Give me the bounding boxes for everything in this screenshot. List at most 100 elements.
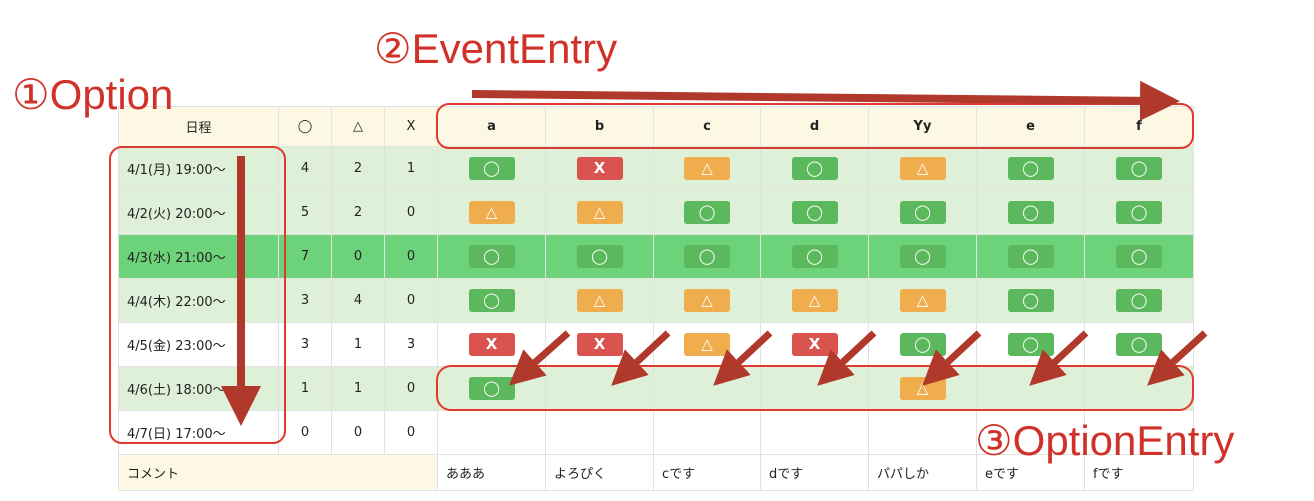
ok-badge[interactable]: ◯	[1007, 289, 1054, 312]
option-entry-cell[interactable]	[760, 366, 869, 411]
option-entry-cell[interactable]	[976, 366, 1085, 411]
option-entry-cell[interactable]	[1084, 366, 1194, 411]
option-entry-cell[interactable]: ◯	[545, 234, 654, 279]
option-entry-cell[interactable]: ◯	[1084, 322, 1194, 367]
option-entry-cell[interactable]	[545, 410, 654, 455]
option-entry-cell[interactable]	[653, 410, 761, 455]
no-badge[interactable]: X	[468, 333, 515, 356]
option-entry-cell[interactable]: △	[868, 366, 977, 411]
option-entry-cell[interactable]: ◯	[976, 278, 1085, 323]
option-entry-cell[interactable]: ◯	[760, 234, 869, 279]
ok-badge[interactable]: ◯	[899, 245, 946, 268]
ok-badge[interactable]: ◯	[899, 201, 946, 224]
option-label[interactable]: 4/1(月) 19:00〜	[118, 146, 279, 191]
ok-badge[interactable]: ◯	[684, 245, 730, 268]
maybe-badge[interactable]: △	[899, 377, 946, 400]
option-entry-cell[interactable]: ◯	[437, 278, 546, 323]
option-entry-cell[interactable]: △	[545, 190, 654, 235]
no-badge[interactable]: X	[576, 333, 623, 356]
option-entry-cell[interactable]: ◯	[976, 146, 1085, 191]
option-entry-cell[interactable]: ◯	[976, 322, 1085, 367]
ok-badge[interactable]: ◯	[1116, 333, 1162, 356]
option-entry-cell[interactable]	[868, 410, 977, 455]
ok-badge[interactable]: ◯	[468, 377, 515, 400]
option-entry-cell[interactable]: △	[653, 322, 761, 367]
maybe-badge[interactable]: △	[899, 289, 946, 312]
ok-badge[interactable]: ◯	[1116, 245, 1162, 268]
option-entry-cell[interactable]: X	[437, 322, 546, 367]
option-entry-cell[interactable]: △	[868, 278, 977, 323]
option-entry-cell[interactable]	[760, 410, 869, 455]
option-entry-cell[interactable]: ◯	[1084, 146, 1194, 191]
option-entry-cell[interactable]: ◯	[1084, 234, 1194, 279]
maybe-badge[interactable]: △	[576, 201, 623, 224]
option-label[interactable]: 4/7(日) 17:00〜	[118, 410, 279, 455]
maybe-badge[interactable]: △	[791, 289, 838, 312]
option-entry-cell[interactable]: X	[760, 322, 869, 367]
maybe-badge[interactable]: △	[576, 289, 623, 312]
ok-badge[interactable]: ◯	[1116, 157, 1162, 180]
option-label[interactable]: 4/6(土) 18:00〜	[118, 366, 279, 411]
option-entry-cell[interactable]: ◯	[1084, 278, 1194, 323]
option-label[interactable]: 4/5(金) 23:00〜	[118, 322, 279, 367]
option-entry-cell[interactable]: ◯	[868, 190, 977, 235]
ok-badge[interactable]: ◯	[684, 201, 730, 224]
ok-badge[interactable]: ◯	[1116, 201, 1162, 224]
option-entry-cell[interactable]: △	[653, 146, 761, 191]
option-entry-cell[interactable]: ◯	[653, 190, 761, 235]
event-entry-header[interactable]: Yy	[868, 106, 977, 147]
event-entry-header[interactable]: a	[437, 106, 546, 147]
option-entry-cell[interactable]: ◯	[1084, 190, 1194, 235]
option-label[interactable]: 4/4(木) 22:00〜	[118, 278, 279, 323]
option-entry-cell[interactable]: △	[545, 278, 654, 323]
option-label[interactable]: 4/3(水) 21:00〜	[118, 234, 279, 279]
ok-badge[interactable]: ◯	[1007, 333, 1054, 356]
option-entry-cell[interactable]: ◯	[760, 190, 869, 235]
ok-badge[interactable]: ◯	[791, 201, 838, 224]
option-entry-cell[interactable]: △	[653, 278, 761, 323]
ok-badge[interactable]: ◯	[1007, 201, 1054, 224]
ok-badge[interactable]: ◯	[576, 245, 623, 268]
option-entry-cell[interactable]: △	[760, 278, 869, 323]
option-entry-cell[interactable]: ◯	[437, 366, 546, 411]
option-entry-cell[interactable]: ◯	[437, 234, 546, 279]
event-entry-header[interactable]: b	[545, 106, 654, 147]
option-entry-cell[interactable]: ◯	[976, 190, 1085, 235]
ok-badge[interactable]: ◯	[791, 157, 838, 180]
option-entry-cell[interactable]: △	[437, 190, 546, 235]
event-entry-header[interactable]: d	[760, 106, 869, 147]
ok-badge[interactable]: ◯	[468, 289, 515, 312]
ok-badge[interactable]: ◯	[1116, 289, 1162, 312]
maybe-badge[interactable]: △	[684, 157, 730, 180]
ok-badge[interactable]: ◯	[1007, 245, 1054, 268]
option-entry-cell[interactable]: ◯	[760, 146, 869, 191]
option-entry-cell[interactable]: ◯	[868, 322, 977, 367]
option-entry-cell[interactable]	[653, 366, 761, 411]
maybe-badge[interactable]: △	[899, 157, 946, 180]
maybe-badge[interactable]: △	[684, 333, 730, 356]
option-entry-cell[interactable]: △	[868, 146, 977, 191]
ok-badge[interactable]: ◯	[791, 245, 838, 268]
option-entry-cell[interactable]	[545, 366, 654, 411]
option-entry-cell[interactable]: ◯	[868, 234, 977, 279]
option-label[interactable]: 4/2(火) 20:00〜	[118, 190, 279, 235]
maybe-badge[interactable]: △	[468, 201, 515, 224]
event-entry-header[interactable]: e	[976, 106, 1085, 147]
option-entry-cell[interactable]: X	[545, 146, 654, 191]
event-entry-header[interactable]: c	[653, 106, 761, 147]
no-badge[interactable]: X	[791, 333, 838, 356]
option-entry-cell[interactable]: X	[545, 322, 654, 367]
ok-badge[interactable]: ◯	[1007, 157, 1054, 180]
option-entry-cell[interactable]: ◯	[653, 234, 761, 279]
no-badge[interactable]: X	[576, 157, 623, 180]
option-entry-cell[interactable]	[437, 410, 546, 455]
maybe-badge[interactable]: △	[684, 289, 730, 312]
option-entry-cell[interactable]: ◯	[437, 146, 546, 191]
maybe-count: 0	[331, 234, 385, 279]
ok-badge[interactable]: ◯	[468, 245, 515, 268]
ok-badge[interactable]: ◯	[468, 157, 515, 180]
option-entry-cell[interactable]: ◯	[976, 234, 1085, 279]
event-entry-header[interactable]: f	[1084, 106, 1194, 147]
ok-badge[interactable]: ◯	[899, 333, 946, 356]
maybe-count-header: △	[331, 106, 385, 147]
